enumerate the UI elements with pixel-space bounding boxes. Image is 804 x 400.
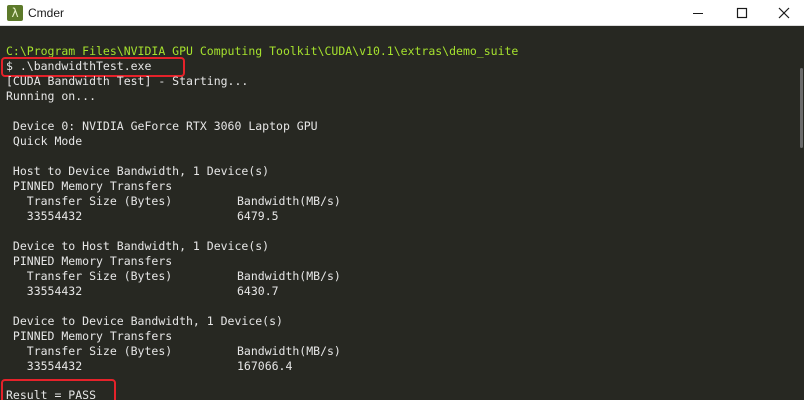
mode-line: Quick Mode [6,134,83,148]
vertical-scrollbar[interactable] [798,26,804,400]
header-bandwidth: Bandwidth(MB/s) [237,344,341,358]
terminal-output[interactable]: C:\Program Files\NVIDIA GPU Computing To… [0,26,798,400]
minimize-icon [693,13,703,14]
section-title: Device to Host Bandwidth, 1 Device(s) [6,239,270,253]
close-button[interactable] [764,0,804,25]
minimize-button[interactable] [678,0,718,25]
bandwidth-value: 6430.7 [237,284,279,298]
close-icon [778,7,790,19]
memory-line: PINNED Memory Transfers [6,254,173,268]
section-title: Host to Device Bandwidth, 1 Device(s) [6,164,270,178]
memory-line: PINNED Memory Transfers [6,179,173,193]
size-value: 33554432 [6,284,83,298]
maximize-icon [736,7,748,19]
device-line: Device 0: NVIDIA GeForce RTX 3060 Laptop… [6,119,318,133]
size-value: 33554432 [6,209,83,223]
maximize-button[interactable] [722,0,762,25]
bandwidth-value: 167066.4 [237,359,293,373]
header-bandwidth: Bandwidth(MB/s) [237,269,341,283]
result-highlight [1,379,116,400]
memory-line: PINNED Memory Transfers [6,329,173,343]
header-size: Transfer Size (Bytes) [6,269,173,283]
cmder-window: λ Cmder C:\Program Files\NVIDIA GPU Comp… [0,0,804,400]
output-line: Running on... [6,89,97,103]
output-line: [CUDA Bandwidth Test] - Starting... [6,74,249,88]
size-value: 33554432 [6,359,83,373]
title-bar[interactable]: λ Cmder [0,0,804,26]
lambda-icon: λ [7,5,23,21]
section-title: Device to Device Bandwidth, 1 Device(s) [6,314,283,328]
window-title: Cmder [28,6,65,20]
bandwidth-value: 6479.5 [237,209,279,223]
header-size: Transfer Size (Bytes) [6,344,173,358]
header-size: Transfer Size (Bytes) [6,194,173,208]
header-bandwidth: Bandwidth(MB/s) [237,194,341,208]
scroll-thumb[interactable] [800,68,803,148]
